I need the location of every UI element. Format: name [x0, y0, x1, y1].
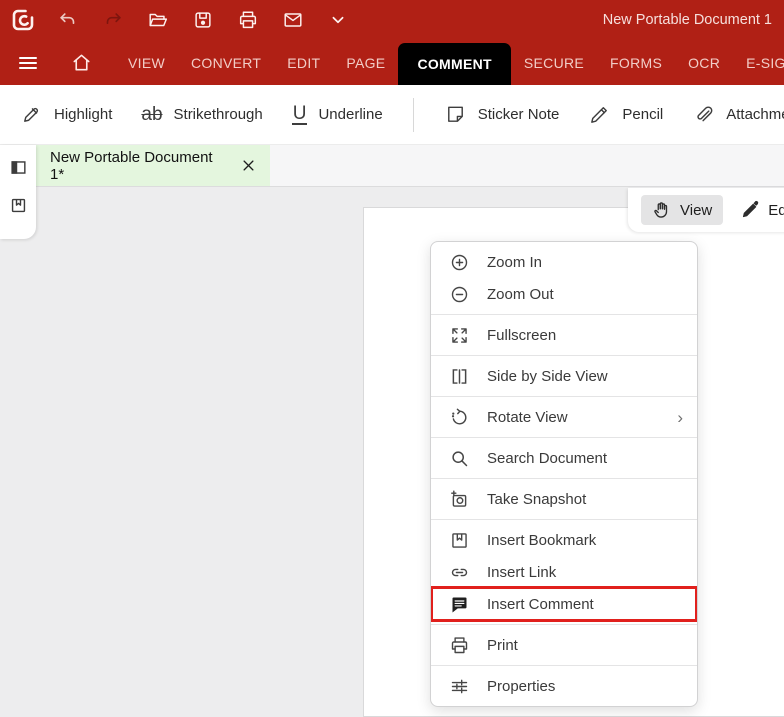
insert-comment-icon [449, 594, 470, 615]
comment-toolbar: Highlight ab Strikethrough U Underline S… [0, 85, 784, 145]
ribbon-tab-esign[interactable]: E-SIGN [733, 40, 784, 85]
chevron-down-icon[interactable] [325, 7, 351, 33]
search-icon [449, 448, 470, 469]
strikethrough-tool[interactable]: ab Strikethrough [141, 105, 262, 124]
ribbon-tab-page[interactable]: PAGE [333, 40, 398, 85]
side-by-side-icon [449, 366, 470, 387]
hand-icon [652, 200, 672, 220]
menu-item-print[interactable]: Print [431, 629, 697, 661]
save-icon[interactable] [190, 7, 216, 33]
highlight-tool[interactable]: Highlight [20, 103, 112, 126]
print-icon [449, 635, 470, 656]
view-edit-toggle: View Edit [628, 188, 784, 232]
document-tab-label: New Portable Document 1* [50, 149, 226, 183]
menu-item-label: Fullscreen [487, 327, 556, 344]
menu-item-fullscreen[interactable]: Fullscreen [431, 319, 697, 351]
title-bar: New Portable Document 1 [0, 0, 784, 40]
rotate-view-icon [449, 407, 470, 428]
zoom-out-icon [449, 284, 470, 305]
fullscreen-icon [449, 325, 470, 346]
document-tab[interactable]: New Portable Document 1* [36, 145, 270, 186]
ribbon-tab-ocr[interactable]: OCR [675, 40, 733, 85]
menu-item-insert-comment[interactable]: Insert Comment [431, 588, 697, 620]
open-file-icon[interactable] [145, 7, 171, 33]
snapshot-camera-icon [449, 489, 470, 510]
attachment-icon [692, 103, 715, 126]
bookmarks-panel-icon[interactable] [9, 196, 28, 215]
email-icon[interactable] [280, 7, 306, 33]
edit-pencil-icon [740, 200, 760, 220]
document-tab-bar: New Portable Document 1* [0, 145, 784, 187]
view-mode-label: View [680, 202, 712, 219]
hamburger-menu-icon[interactable] [10, 40, 46, 85]
insert-bookmark-icon [449, 530, 470, 551]
print-icon[interactable] [235, 7, 261, 33]
toolbar-divider [413, 98, 414, 132]
tool-label: Strikethrough [174, 106, 263, 123]
menu-item-label: Zoom Out [487, 286, 554, 303]
edit-mode-label: Edit [768, 202, 784, 219]
menu-item-rotate-view[interactable]: Rotate View › [431, 401, 697, 433]
menu-item-insert-link[interactable]: Insert Link [431, 556, 697, 588]
tool-label: Sticker Note [478, 106, 560, 123]
sticker-note-icon [444, 103, 467, 126]
tool-label: Pencil [622, 106, 663, 123]
menu-item-zoom-out[interactable]: Zoom Out [431, 278, 697, 310]
highlighter-icon [20, 103, 43, 126]
panels-toggle-icon[interactable] [9, 158, 28, 177]
redo-icon[interactable] [100, 7, 126, 33]
ribbon-tab-comment[interactable]: COMMENT [398, 43, 510, 85]
tool-label: Attachment [726, 106, 784, 123]
ribbon-tab-edit[interactable]: EDIT [274, 40, 333, 85]
window-title: New Portable Document 1 [603, 12, 774, 28]
tool-label: Highlight [54, 106, 112, 123]
menu-item-search-document[interactable]: Search Document [431, 442, 697, 474]
view-mode-button[interactable]: View [641, 195, 723, 225]
menu-item-label: Side by Side View [487, 368, 608, 385]
home-icon[interactable] [54, 40, 109, 85]
pencil-icon [588, 103, 611, 126]
menu-item-take-snapshot[interactable]: Take Snapshot [431, 483, 697, 515]
zoom-in-icon [449, 252, 470, 273]
undo-icon[interactable] [55, 7, 81, 33]
tool-label: Underline [318, 106, 382, 123]
ribbon-tab-view[interactable]: VIEW [115, 40, 178, 85]
ribbon-tab-secure[interactable]: SECURE [511, 40, 597, 85]
menu-item-label: Insert Comment [487, 596, 594, 613]
attachment-tool[interactable]: Attachment [692, 103, 784, 126]
underline-tool[interactable]: U Underline [292, 104, 383, 126]
ribbon-bar: VIEW CONVERT EDIT PAGE COMMENT SECURE FO… [0, 40, 784, 85]
ribbon-tab-convert[interactable]: CONVERT [178, 40, 274, 85]
menu-item-properties[interactable]: Properties [431, 670, 697, 702]
pencil-tool[interactable]: Pencil [588, 103, 663, 126]
submenu-arrow-icon: › [677, 409, 683, 426]
close-tab-icon[interactable] [241, 158, 256, 173]
sticker-note-tool[interactable]: Sticker Note [444, 103, 560, 126]
strikethrough-icon: ab [141, 105, 162, 124]
app-logo-icon [10, 7, 36, 33]
menu-item-label: Insert Link [487, 564, 556, 581]
left-panel-rail [0, 145, 36, 239]
workspace: View Edit Zoom In Zoom Out [0, 188, 784, 710]
edit-mode-button[interactable]: Edit [740, 200, 784, 220]
menu-item-insert-bookmark[interactable]: Insert Bookmark [431, 524, 697, 556]
menu-item-label: Print [487, 637, 518, 654]
menu-item-side-by-side[interactable]: Side by Side View [431, 360, 697, 392]
menu-item-label: Insert Bookmark [487, 532, 596, 549]
menu-item-label: Search Document [487, 450, 607, 467]
menu-item-label: Zoom In [487, 254, 542, 271]
insert-link-icon [449, 562, 470, 583]
properties-sliders-icon [449, 676, 470, 697]
context-menu: Zoom In Zoom Out Fullscreen [430, 241, 698, 707]
underline-icon: U [292, 104, 308, 126]
menu-item-label: Rotate View [487, 409, 568, 426]
menu-item-zoom-in[interactable]: Zoom In [431, 246, 697, 278]
menu-item-label: Take Snapshot [487, 491, 586, 508]
ribbon-tab-forms[interactable]: FORMS [597, 40, 675, 85]
menu-item-label: Properties [487, 678, 555, 695]
